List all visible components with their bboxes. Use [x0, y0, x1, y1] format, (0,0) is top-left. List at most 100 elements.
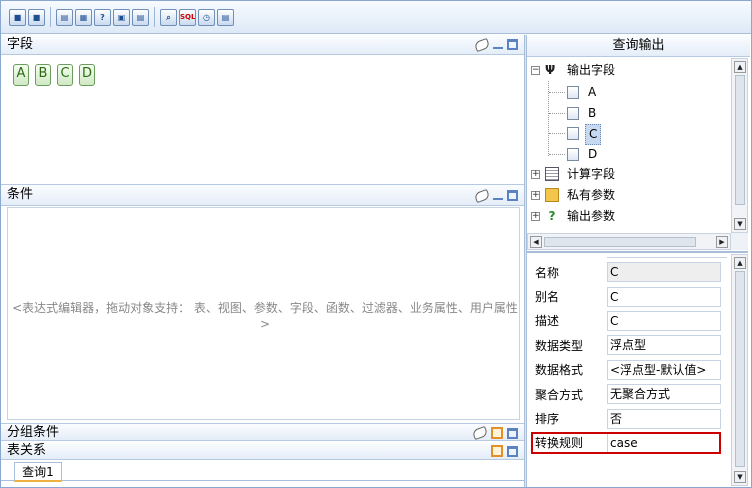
scroll-thumb[interactable]: [735, 271, 745, 467]
property-row: 排序 否: [527, 406, 731, 430]
field-chip-d[interactable]: D: [79, 64, 95, 86]
field-icon: [567, 106, 579, 120]
property-row: 聚合方式 无聚合方式: [527, 382, 731, 406]
output-tree: − Ψ 输出字段 ABCD + 计算字段 + 私有参数 +? 输出参数: [527, 58, 731, 233]
highlight-box: [531, 431, 721, 454]
field-icon: [567, 127, 579, 140]
tree-node-label: 输出字段: [567, 63, 616, 77]
minimize-icon[interactable]: [493, 46, 503, 49]
field-icon: [567, 147, 579, 161]
field-chip-c[interactable]: C: [57, 64, 73, 86]
group-panel-header: 分组条件: [1, 423, 524, 441]
property-label: 数据类型: [535, 338, 584, 353]
field-chip-b[interactable]: B: [35, 64, 51, 86]
tree-line: [549, 92, 565, 93]
clear-icon[interactable]: [471, 425, 489, 441]
fields-panel-body: ABCD: [1, 56, 524, 182]
fields-root-icon: Ψ: [545, 63, 556, 77]
tree-line: [549, 153, 565, 155]
tree-line: [549, 133, 565, 134]
property-label: 描述: [535, 314, 560, 329]
scroll-down-icon[interactable]: ▼: [734, 471, 746, 483]
scroll-left-icon[interactable]: ◀: [530, 236, 542, 248]
private-params-icon: [545, 188, 559, 202]
property-value-field[interactable]: 无聚合方式: [607, 384, 721, 405]
relation-panel-title: 表关系: [7, 443, 47, 458]
fields-panel-header: 字段: [1, 35, 524, 55]
expand-icon[interactable]: +: [531, 212, 540, 221]
property-value-field[interactable]: 浮点型: [607, 335, 721, 356]
field-chip-a[interactable]: A: [13, 64, 29, 86]
scroll-corner: [731, 233, 748, 250]
help-icon[interactable]: ?: [94, 8, 111, 26]
scroll-thumb[interactable]: [544, 237, 696, 247]
property-value-field[interactable]: 否: [607, 408, 721, 429]
tree-node-label: 计算字段: [567, 167, 616, 181]
calc-fields-icon: [545, 167, 559, 181]
property-top-edge: [607, 254, 727, 258]
toolbar: ■ ■ ▤ ▦? ▣ ▤ ⌕ SQL ◷ ▤: [1, 1, 751, 34]
property-label: 别名: [535, 290, 560, 305]
settings-icon[interactable]: ▤: [132, 8, 149, 26]
maximize-icon[interactable]: [507, 427, 518, 439]
property-splitter[interactable]: [527, 251, 748, 253]
save-as-icon[interactable]: ■: [28, 8, 45, 26]
fields-panel-title: 字段: [7, 37, 34, 52]
restore-icon[interactable]: [491, 445, 503, 457]
expand-icon[interactable]: +: [531, 170, 540, 179]
tree-line: [549, 112, 565, 114]
tree-vscrollbar[interactable]: ▲ ▼: [731, 58, 748, 233]
tree-node-label: D: [588, 146, 598, 161]
table-icon[interactable]: ▦: [75, 8, 92, 26]
toolbar-separator: [50, 7, 51, 27]
window-icon[interactable]: ▤: [56, 8, 73, 26]
expand-icon[interactable]: +: [531, 191, 540, 200]
tree-node-label: B: [588, 105, 597, 120]
expression-hint: <表达式编辑器，拖动对象支持： 表、视图、参数、字段、函数、过滤器、业务属性、用…: [12, 301, 518, 331]
restore-icon[interactable]: [491, 427, 503, 439]
tab-query1[interactable]: 查询1: [14, 462, 62, 482]
export-icon[interactable]: ▤: [217, 8, 234, 26]
property-row: 数据格式 <浮点型-默认值>: [527, 358, 731, 382]
clear-icon[interactable]: [473, 37, 491, 52]
search-icon[interactable]: ⌕: [160, 8, 177, 26]
maximize-icon[interactable]: [507, 190, 518, 201]
group-panel-title: 分组条件: [7, 425, 60, 440]
property-value-field[interactable]: C: [607, 310, 721, 331]
output-params-icon: ?: [548, 209, 556, 223]
collapse-icon[interactable]: −: [531, 66, 540, 75]
tree-node-label: C: [585, 124, 602, 145]
tree-node-label: 输出参数: [567, 209, 616, 223]
scroll-thumb[interactable]: [735, 75, 745, 205]
property-value-field[interactable]: C: [607, 286, 721, 307]
save-icon[interactable]: ■: [9, 8, 26, 26]
minimize-icon[interactable]: [493, 197, 503, 200]
toolbar-separator: [154, 7, 155, 27]
property-label: 数据格式: [535, 363, 584, 378]
property-value-field[interactable]: <浮点型-默认值>: [607, 359, 721, 380]
property-value-field[interactable]: C: [607, 262, 721, 283]
output-panel-title: 查询输出: [612, 38, 665, 53]
property-grid: 名称 C 别名 C 描述 C 数据类型 浮点型 数据格式 <浮点型-默认值> 聚合方式 无聚合方式 排序…: [527, 254, 731, 486]
scroll-down-icon[interactable]: ▼: [734, 218, 746, 230]
tree-hscrollbar[interactable]: ◀ ▶: [527, 233, 731, 250]
property-vscrollbar[interactable]: ▲ ▼: [731, 254, 748, 486]
property-row: 数据类型 浮点型: [527, 333, 731, 357]
scroll-up-icon[interactable]: ▲: [734, 257, 746, 269]
tab-baseline: [1, 480, 524, 481]
chart-icon[interactable]: ▣: [113, 8, 130, 26]
clock-icon[interactable]: ◷: [198, 8, 215, 26]
scroll-right-icon[interactable]: ▶: [716, 236, 728, 248]
maximize-icon[interactable]: [507, 39, 518, 50]
sql-icon[interactable]: SQL: [179, 8, 196, 26]
property-row: 转换规则 case: [527, 431, 731, 455]
scroll-up-icon[interactable]: ▲: [734, 61, 746, 73]
maximize-icon[interactable]: [507, 445, 518, 457]
property-label: 排序: [535, 412, 560, 427]
clear-icon[interactable]: [473, 188, 491, 203]
property-label: 名称: [535, 265, 560, 280]
property-row: 描述 C: [527, 309, 731, 333]
property-row: 名称 C: [527, 260, 731, 284]
output-panel-header: 查询输出: [527, 35, 750, 57]
conditions-panel-title: 条件: [7, 187, 34, 202]
